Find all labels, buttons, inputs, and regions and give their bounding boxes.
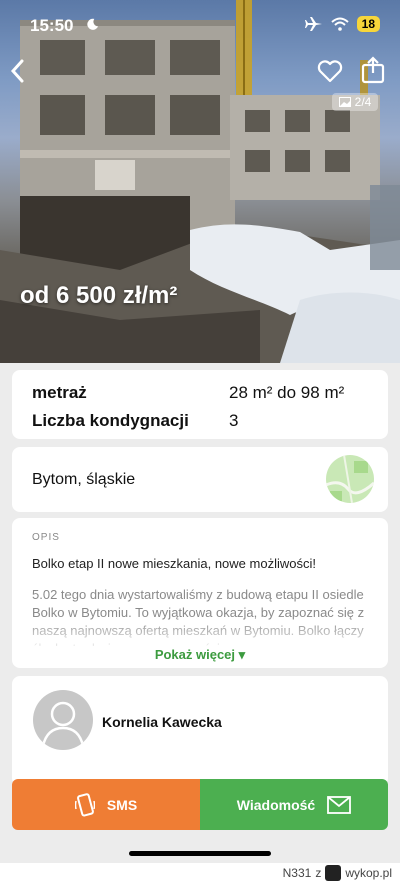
phone-icon <box>74 792 95 817</box>
location-text: Bytom, śląskie <box>32 471 136 488</box>
show-more-button[interactable]: Pokaż więcej ▾ <box>12 647 388 663</box>
spec-label: Liczba kondygnacji <box>32 411 189 430</box>
heart-icon[interactable] <box>316 58 344 84</box>
avatar <box>33 690 93 750</box>
agent-name: Kornelia Kawecka <box>102 714 222 730</box>
battery-level: 18 <box>356 16 380 32</box>
wifi-icon <box>330 17 349 31</box>
description-label: OPIS <box>32 532 60 543</box>
airplane-icon <box>304 17 322 31</box>
photo-counter: 2/4 <box>332 93 378 111</box>
show-more-label: Pokaż więcej <box>154 647 236 662</box>
wykop-logo-icon <box>325 865 342 881</box>
home-indicator <box>129 851 271 856</box>
specs-card: metraż 28 m² do 98 m² Liczba kondygnacji… <box>12 370 388 439</box>
map-thumbnail[interactable] <box>326 455 374 503</box>
message-label: Wiadomość <box>236 796 316 813</box>
person-icon <box>41 701 85 747</box>
status-time: 15:50 <box>30 16 74 35</box>
photo-counter-text: 2/4 <box>354 95 372 109</box>
spec-value: 3 <box>229 411 239 430</box>
sms-button[interactable]: SMS <box>12 779 200 830</box>
location-card[interactable]: Bytom, śląskie <box>12 447 388 512</box>
sms-label: SMS <box>106 796 138 813</box>
hero-photo[interactable]: 15:50 18 2/4 od 6 500 zł/m² <box>0 0 400 363</box>
watermark-z: z <box>315 866 322 880</box>
message-button[interactable]: Wiadomość <box>200 779 388 830</box>
spec-value: 28 m² do 98 m² <box>229 383 345 402</box>
share-icon[interactable] <box>360 56 386 84</box>
watermark: N331 z wykop.pl <box>283 865 392 881</box>
image-icon <box>338 97 351 107</box>
back-icon[interactable] <box>8 58 28 84</box>
moon-icon <box>87 18 99 30</box>
spec-label: metraż <box>32 383 87 402</box>
agent-card: Kornelia Kawecka <box>12 676 388 786</box>
watermark-site: wykop.pl <box>345 866 392 880</box>
description-title: Bolko etap II nowe mieszkania, nowe możl… <box>32 556 316 571</box>
description-card: OPIS Bolko etap II nowe mieszkania, nowe… <box>12 518 388 668</box>
envelope-icon <box>327 795 352 814</box>
watermark-user: N331 <box>282 866 312 880</box>
status-bar: 15:50 18 <box>0 0 400 50</box>
chevron-down-icon: ▾ <box>238 647 246 662</box>
price-label: od 6 500 zł/m² <box>20 282 178 309</box>
